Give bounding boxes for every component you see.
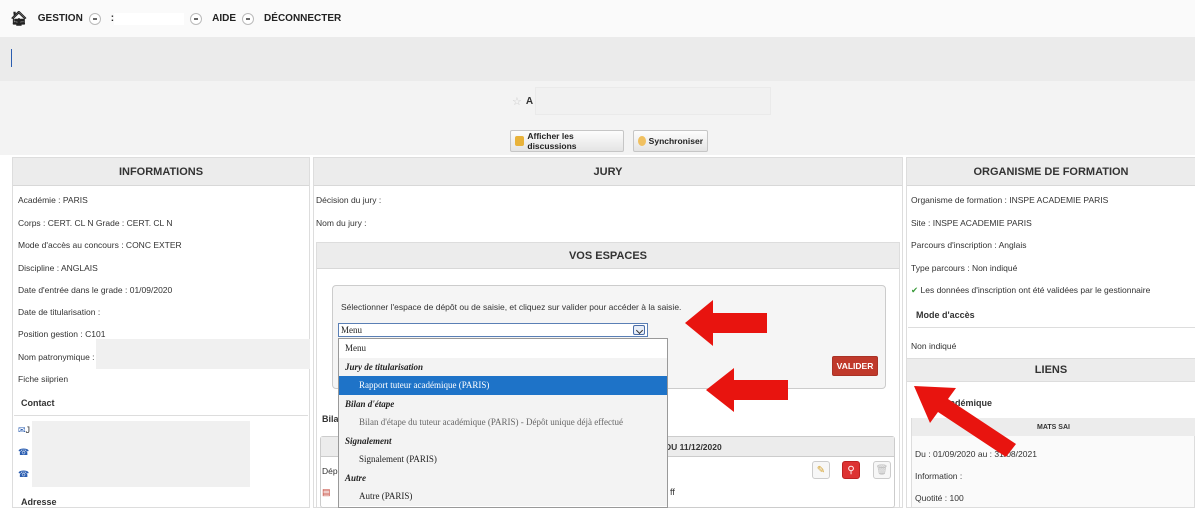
sync-icon — [638, 136, 646, 146]
nav-gestion[interactable]: GESTION — [37, 12, 101, 25]
org-row: Type parcours : Non indiqué — [911, 263, 1018, 273]
validated-note-text: Les données d'inscription ont été validé… — [920, 285, 1151, 295]
vos-espaces-heading: VOS ESPACES — [317, 243, 899, 269]
dropdown-group: Jury de titularisation — [339, 357, 667, 376]
search-icon[interactable]: ⚲ — [842, 461, 860, 479]
trash-icon[interactable]: 🗑︎ — [873, 461, 891, 479]
show-discussions-button[interactable]: Afficher les discussions — [510, 130, 624, 152]
org-row: Parcours d'inscription : Anglais — [911, 240, 1027, 250]
info-row: Discipline : ANGLAIS — [18, 263, 98, 273]
phone-icon: ☎ — [18, 469, 30, 479]
espace-instruction: Sélectionner l'espace de dépôt ou de sai… — [341, 302, 682, 312]
chevron-down-icon[interactable] — [242, 12, 255, 25]
espace-select[interactable]: Menu — [338, 323, 648, 337]
chevron-down-icon[interactable] — [190, 12, 203, 25]
adresse-heading: Adresse — [21, 497, 57, 507]
contact-initial: J — [25, 425, 31, 435]
pdf-icon[interactable]: ▤ — [322, 487, 331, 498]
page-title: ☆ A — [512, 87, 772, 115]
info-row: Nom patronymique : — [18, 352, 95, 362]
text-cursor — [11, 49, 12, 67]
dropdown-group: Autre — [339, 468, 667, 487]
redacted-name — [96, 339, 310, 369]
dropdown-option[interactable]: Menu — [339, 339, 667, 358]
info-row: Date d'entrée dans le grade : 01/09/2020 — [18, 285, 173, 295]
sync-button[interactable]: Synchroniser — [633, 130, 708, 152]
information: Information : — [915, 471, 963, 481]
contact-heading: Contact — [21, 398, 55, 408]
mail-icon: ✉ — [18, 425, 26, 435]
info-row: Position gestion : C101 — [18, 329, 106, 339]
nav-deconnecter[interactable]: DÉCONNECTER — [264, 13, 341, 24]
espace-select-value: Menu — [341, 325, 362, 335]
redacted-menu-label — [114, 12, 185, 25]
org-row: Site : INSPE ACADEMIE PARIS — [911, 218, 1032, 228]
chevron-down-icon[interactable] — [633, 325, 645, 335]
valider-button[interactable]: VALIDER — [832, 356, 878, 376]
dropdown-group: Bilan d'étape — [339, 394, 667, 413]
nav-hidden-menu[interactable]: : — [111, 12, 203, 25]
info-row: Mode d'accès au concours : CONC EXTER — [18, 240, 182, 250]
home-icon[interactable]: 🏠︎ — [10, 10, 28, 27]
depot-label-partial: Dép — [322, 466, 338, 476]
chevron-down-icon[interactable] — [88, 12, 101, 25]
jury-name: Nom du jury : — [316, 218, 367, 228]
chat-icon — [515, 136, 525, 146]
dropdown-option-selected[interactable]: Rapport tuteur académique (PARIS) — [339, 376, 667, 395]
edit-icon[interactable]: ✎ — [812, 461, 830, 479]
bilan-heading-partial: Bila — [322, 414, 339, 424]
jury-decision: Décision du jury : — [316, 195, 382, 205]
espace-dropdown-list[interactable]: Menu Jury de titularisation Rapport tute… — [338, 338, 668, 508]
validated-note: ✔ Les données d'inscription ont été vali… — [911, 285, 1150, 296]
informations-heading: INFORMATIONS — [13, 158, 309, 186]
dropdown-option-disabled: Bilan d'étape du tuteur académique (PARI… — [339, 413, 667, 432]
page-title-initial: A — [525, 95, 534, 107]
mode-acces-heading: Mode d'accès — [916, 310, 975, 320]
dropdown-group: Signalement — [339, 431, 667, 450]
jury-heading: JURY — [314, 158, 902, 186]
liens-heading: LIENS — [907, 358, 1195, 382]
contact-email[interactable]: ✉J — [18, 425, 30, 436]
top-nav: 🏠︎ GESTION : AIDE DÉCONNECTER — [0, 0, 1195, 37]
breadcrumb-bar — [0, 37, 1195, 81]
sync-label: Synchroniser — [648, 136, 703, 146]
phone-icon: ☎ — [18, 447, 30, 457]
annotation-arrow-diagonal — [914, 386, 1016, 457]
dropdown-option[interactable]: Autre (PARIS) — [339, 487, 667, 506]
annotation-arrow-left — [706, 368, 788, 412]
quotite: Quotité : 100 — [915, 493, 964, 503]
nav-gestion-label: GESTION — [37, 13, 83, 24]
show-discussions-label: Afficher les discussions — [527, 131, 577, 151]
info-row: Date de titularisation : — [18, 307, 101, 317]
info-row: Corps : CERT. CL N Grade : CERT. CL N — [18, 218, 173, 228]
redacted-title — [535, 87, 772, 115]
mode-acces-value: Non indiqué — [911, 341, 957, 351]
siiprien-link[interactable]: Fiche siiprien — [18, 374, 68, 384]
organisme-heading: ORGANISME DE FORMATION — [907, 158, 1195, 186]
nav-deconnecter-label: DÉCONNECTER — [264, 13, 342, 24]
nav-aide[interactable]: AIDE — [212, 12, 255, 25]
redacted-contact — [32, 421, 250, 487]
nav-aide-label: AIDE — [212, 13, 237, 24]
file-text-partial: ff — [670, 487, 675, 497]
annotation-arrow-left — [685, 300, 767, 346]
check-icon: ✔ — [911, 285, 919, 295]
info-row: Académie : PARIS — [18, 195, 88, 205]
dropdown-option[interactable]: Signalement (PARIS) — [339, 450, 667, 469]
org-row: Organisme de formation : INSPE ACADEMIE … — [911, 195, 1109, 205]
star-icon[interactable]: ☆ — [512, 95, 522, 108]
divider — [14, 415, 308, 416]
divider — [908, 327, 1195, 328]
